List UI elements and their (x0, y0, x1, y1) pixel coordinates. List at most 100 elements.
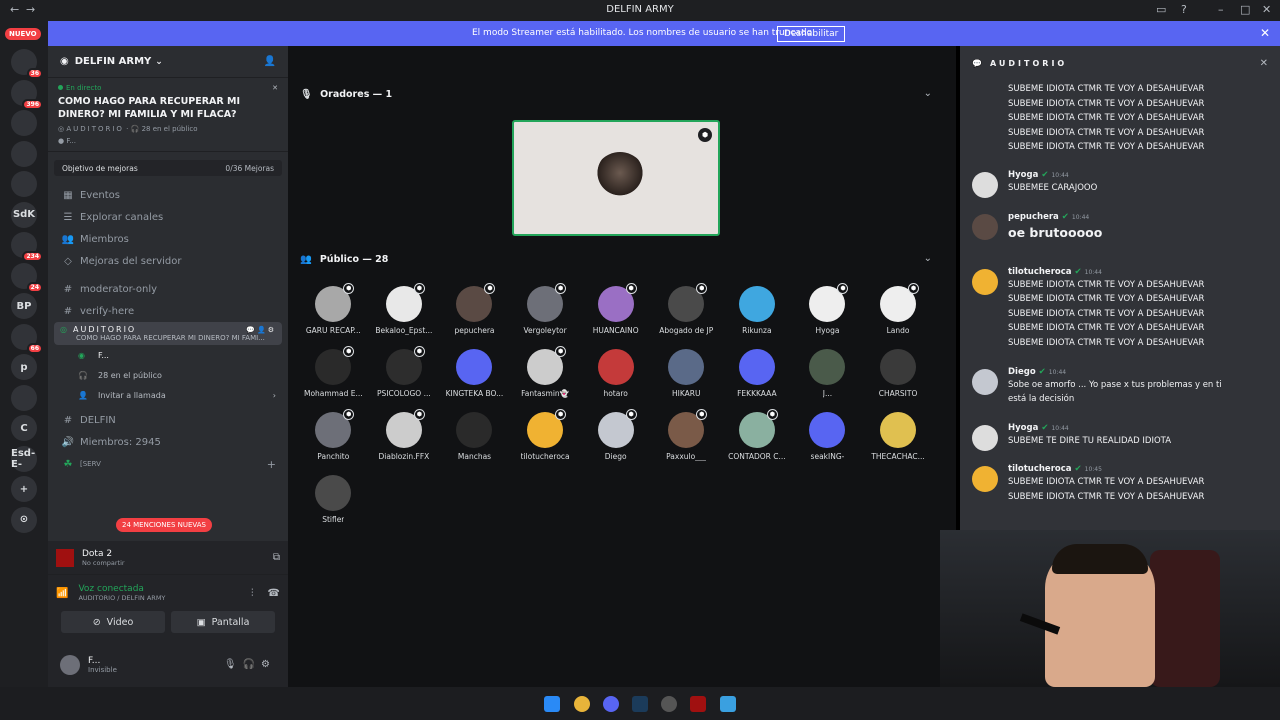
invite-to-call[interactable]: 👤 Invitar a llamada › (48, 385, 288, 405)
server-icon[interactable]: Esd-E- (11, 445, 37, 472)
guild-header[interactable]: ◉ DELFIN ARMY ⌄ 👤 (48, 46, 288, 78)
audience-member[interactable]: Stifler (298, 475, 369, 524)
audience-member[interactable]: ⬢ Fantasmin👻 (510, 346, 581, 398)
server-icon[interactable] (11, 171, 37, 197)
stage-actions-icon[interactable]: 💬👤⚙ (246, 326, 276, 334)
share-screen-icon[interactable]: ⧉ (273, 552, 280, 563)
audience-member[interactable]: ⬢ Panchito (298, 409, 369, 461)
chat-author[interactable]: tilotucheroca (1008, 267, 1072, 277)
disable-streamer-button[interactable]: Deshabilitar (777, 26, 846, 42)
audience-member[interactable]: ⬢ Bekaloo_Epst... (369, 283, 440, 335)
dota-icon[interactable] (690, 696, 706, 712)
notepad-icon[interactable] (720, 696, 736, 712)
video-button[interactable]: ⊘ Video (61, 611, 165, 633)
server-icon[interactable]: BP (11, 293, 37, 319)
stage-channel-auditorio[interactable]: ◎ AUDITORIO 💬👤⚙ COMO HAGO PARA RECUPERAR M… (54, 322, 282, 345)
add-channel-icon[interactable]: + (267, 458, 276, 471)
audience-member[interactable]: ⬢ Vergoleytor (510, 283, 581, 335)
nav-events[interactable]: ▦ Eventos (48, 184, 288, 206)
chat-author[interactable]: Hyoga (1008, 423, 1038, 433)
server-icon[interactable]: + (11, 476, 37, 502)
audience-member[interactable]: J... (792, 349, 863, 398)
audience-member[interactable]: ⬢ Diego (580, 409, 651, 461)
chat-author[interactable]: tilotucheroca (1008, 464, 1072, 474)
audience-member[interactable]: FEKKKAAA (722, 349, 793, 398)
channel-delfin[interactable]: # DELFIN (48, 409, 288, 431)
category-serv[interactable]: ☘ [SERV + (48, 453, 288, 475)
discord-icon[interactable] (603, 696, 619, 712)
chat-avatar[interactable] (972, 172, 998, 198)
close-chat-icon[interactable]: ✕ (1260, 58, 1268, 69)
chrome-icon[interactable] (574, 696, 590, 712)
audience-member[interactable]: hotaro (580, 349, 651, 398)
audience-member[interactable]: KINGTEKA BO... (439, 349, 510, 398)
server-icon[interactable] (11, 140, 37, 167)
audience-member[interactable]: ⬢ Hyoga (792, 283, 863, 335)
windows-start-icon[interactable] (544, 696, 560, 712)
inbox-icon[interactable]: ▭ (1156, 3, 1166, 16)
chat-avatar[interactable] (972, 268, 998, 295)
collapse-audience-icon[interactable]: ⌄ (924, 253, 932, 264)
audience-member[interactable]: CHARSITO (863, 349, 934, 398)
new-mentions-badge[interactable]: 24 MENCIONES NUEVAS (116, 518, 212, 532)
chat-avatar[interactable] (972, 466, 998, 493)
server-icon[interactable]: p (11, 354, 37, 380)
audience-member[interactable]: Manchas (439, 412, 510, 461)
audience-member[interactable]: THECACHAC... (863, 412, 934, 461)
close-live-icon[interactable]: ✕ (272, 84, 278, 92)
minimize-icon[interactable]: – (1218, 3, 1224, 16)
soundboard-icon[interactable]: ⫶ (251, 588, 254, 599)
server-icon[interactable]: 234 (11, 232, 43, 262)
server-icon[interactable] (11, 110, 37, 136)
chat-avatar[interactable] (972, 424, 998, 451)
activity-row[interactable]: Dota 2 No compartir ⧉ (48, 541, 288, 575)
steam-icon[interactable] (632, 696, 648, 712)
audience-member[interactable]: ⬢ Diablozin.FFX (369, 409, 440, 461)
server-icon[interactable]: ⊙ (11, 506, 37, 533)
obs-icon[interactable] (661, 696, 677, 712)
chat-avatar[interactable] (972, 213, 998, 240)
audience-member[interactable]: ⬢ CONTADOR C... (722, 409, 793, 461)
channel-moderator-only[interactable]: # moderator-only (48, 278, 288, 300)
help-icon[interactable]: ? (1181, 3, 1187, 16)
invite-people-icon[interactable]: 👤 (264, 56, 276, 67)
audience-member[interactable]: ⬢ Lando (863, 283, 934, 335)
user-avatar[interactable] (60, 654, 80, 675)
audience-member[interactable]: ⬢ Paxxulo___ (651, 409, 722, 461)
audience-member[interactable]: Rikunza (722, 286, 793, 335)
audience-member[interactable]: ⬢ tilotucheroca (510, 409, 581, 461)
server-icon[interactable]: 36 (11, 49, 43, 79)
channel-verify-here[interactable]: # verify-here (48, 300, 288, 322)
nav-browse-channels[interactable]: ☰ Explorar canales (48, 206, 288, 228)
boost-goal[interactable]: Objetivo de mejoras 0/36 Mejoras (54, 160, 282, 176)
server-icon[interactable]: 66 (11, 323, 43, 354)
audience-member[interactable]: seakING- (792, 412, 863, 461)
speaker-tile[interactable]: ⬢ (512, 120, 720, 236)
audience-member[interactable]: ⬢ Mohammad E... (298, 346, 369, 398)
server-icon[interactable] (11, 384, 37, 411)
audience-member[interactable]: ⬢ pepuchera (439, 283, 510, 335)
chat-avatar[interactable] (972, 368, 998, 395)
chat-author[interactable]: Diego (1008, 367, 1036, 377)
server-icon[interactable]: C (11, 415, 37, 441)
chat-author[interactable]: Hyoga (1008, 170, 1038, 180)
live-stage-card[interactable]: En directo ✕ COMO HAGO PARA RECUPERAR MI … (48, 78, 288, 152)
collapse-speakers-icon[interactable]: ⌄ (924, 88, 932, 99)
disconnect-icon[interactable]: ☎ (268, 588, 280, 599)
server-icon[interactable]: 396 (11, 79, 43, 110)
chat-author[interactable]: pepuchera (1008, 212, 1059, 222)
stage-user[interactable]: ◉ F... (48, 345, 288, 365)
headset-icon[interactable]: 🎧 (243, 659, 261, 670)
nav-members[interactable]: 👥 Miembros (48, 228, 288, 250)
audience-member[interactable]: ⬢ GARU RECAP... (298, 283, 369, 335)
user-controls[interactable]: 🎙🎧⚙ (224, 659, 276, 670)
channel-members-count[interactable]: 🔊 Miembros: 2945 (48, 431, 288, 453)
close-window-icon[interactable]: ✕ (1262, 3, 1271, 16)
audience-member[interactable]: ⬢ PSICOLOGO ... (369, 346, 440, 398)
voice-status[interactable]: Voz conectada (78, 584, 165, 594)
settings-gear-icon[interactable]: ⚙ (261, 659, 276, 670)
stage-audience[interactable]: 🎧 28 en el público (48, 365, 288, 385)
maximize-icon[interactable]: □ (1240, 3, 1250, 16)
audience-member[interactable]: ⬢ HUANCAINO (580, 283, 651, 335)
server-icon[interactable]: SdK (11, 201, 37, 228)
